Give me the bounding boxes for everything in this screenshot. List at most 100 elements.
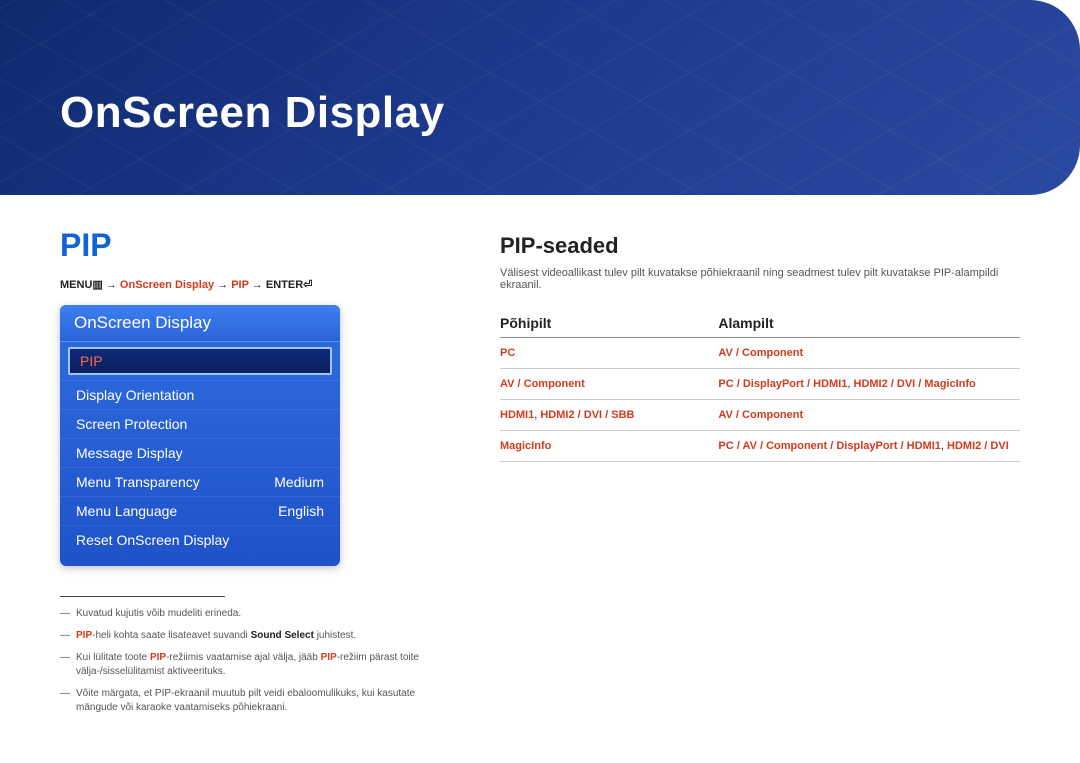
osd-menu-panel: OnScreen Display PIP Display Orientation S… — [60, 305, 340, 566]
table-col2-header: Alampilt — [718, 309, 1020, 338]
menu-item-label: Display Orientation — [76, 387, 194, 403]
left-column: PIP MENU▥ → OnScreen Display → PIP → ENT… — [60, 227, 450, 723]
separator: / — [898, 440, 907, 452]
separator: / — [804, 378, 813, 390]
source-token: PC — [718, 440, 733, 452]
breadcrumb: MENU▥ → OnScreen Display → PIP → ENTER⏎ — [60, 278, 450, 291]
source-token: PC — [500, 347, 515, 359]
note-2-t2: juhistest. — [314, 630, 356, 641]
note-4: ―Võite märgata, et PIP-ekraanil muutub p… — [60, 687, 450, 715]
separator: / — [888, 378, 897, 390]
separator: / — [733, 409, 742, 421]
note-2-text: PIP-heli kohta saate lisateavet suvandi … — [76, 629, 356, 643]
table-cell: AV / Component — [718, 400, 1020, 431]
note-3-t1: Kui lülitate toote — [76, 652, 150, 663]
menu-item-reset-onscreen-display[interactable]: Reset OnScreen Display — [60, 525, 340, 554]
source-token: AV — [500, 378, 514, 390]
footnotes: ―Kuvatud kujutis võib mudeliti erineda. … — [60, 607, 450, 715]
separator: / — [514, 378, 523, 390]
note-3-hl2: PIP — [321, 652, 337, 663]
right-description: Välisest videoallikast tulev pilt kuvata… — [500, 267, 1020, 291]
table-row: AV / ComponentPC / DisplayPort / HDMI1, … — [500, 369, 1020, 400]
source-token: HDMI1 — [907, 440, 941, 452]
note-4-text: Võite märgata, et PIP-ekraanil muutub pi… — [76, 687, 450, 715]
separator: / — [733, 347, 742, 359]
separator: / — [734, 378, 743, 390]
enter-icon: ⏎ — [303, 279, 312, 291]
source-token: DisplayPort — [743, 378, 804, 390]
bc-osd: OnScreen Display — [120, 279, 214, 291]
source-token: AV — [742, 440, 756, 452]
note-2-bold: Sound Select — [251, 630, 314, 641]
menu-item-label: Screen Protection — [76, 416, 187, 432]
bc-menu: MENU — [60, 279, 92, 291]
menu-grid-icon: ▥ — [92, 279, 102, 291]
menu-header: OnScreen Display — [60, 305, 340, 342]
source-token: DVI — [990, 440, 1008, 452]
table-cell: PC — [500, 338, 718, 369]
menu-item-menu-transparency[interactable]: Menu Transparency Medium — [60, 467, 340, 496]
menu-item-display-orientation[interactable]: Display Orientation — [60, 380, 340, 409]
source-token: PC — [718, 378, 733, 390]
menu-items-container: PIP Display Orientation Screen Protection M… — [60, 347, 340, 554]
source-token: HDMI2 — [850, 378, 887, 390]
source-token: MagicInfo — [500, 440, 551, 452]
source-token: Component — [742, 347, 803, 359]
separator: / — [602, 409, 611, 421]
menu-item-message-display[interactable]: Message Display — [60, 438, 340, 467]
right-heading: PIP-seaded — [500, 233, 1020, 259]
note-1-text: Kuvatud kujutis võib mudeliti erineda. — [76, 607, 241, 621]
source-token: Component — [766, 440, 827, 452]
pip-table: Põhipilt Alampilt PCAV / ComponentAV / C… — [500, 309, 1020, 462]
page-banner: OnScreen Display — [0, 0, 1080, 195]
note-2-t1: -heli kohta saate lisateavet suvandi — [92, 630, 250, 641]
separator: / — [575, 409, 584, 421]
note-divider — [60, 596, 225, 597]
menu-spacer — [60, 554, 340, 566]
source-token: Component — [742, 409, 803, 421]
source-token: DisplayPort — [836, 440, 897, 452]
source-token: HDMI2 — [944, 440, 981, 452]
section-heading: PIP — [60, 227, 450, 264]
note-3-hl1: PIP — [150, 652, 166, 663]
table-cell: PC / AV / Component / DisplayPort / HDMI… — [718, 431, 1020, 462]
menu-item-value: Medium — [274, 474, 324, 490]
source-token: DVI — [584, 409, 602, 421]
menu-item-label: PIP — [80, 353, 103, 369]
source-token: SBB — [611, 409, 634, 421]
banner-title: OnScreen Display — [60, 88, 445, 138]
source-token: AV — [718, 347, 732, 359]
table-cell: MagicInfo — [500, 431, 718, 462]
menu-item-label: Menu Transparency — [76, 474, 200, 490]
source-token: DVI — [897, 378, 915, 390]
source-token: HDMI2 — [537, 409, 574, 421]
bc-pip: PIP — [231, 279, 249, 291]
note-3: ―Kui lülitate toote PIP-režiimis vaatami… — [60, 651, 450, 679]
arrow-icon: → — [252, 279, 263, 291]
table-col1-header: Põhipilt — [500, 309, 718, 338]
menu-item-screen-protection[interactable]: Screen Protection — [60, 409, 340, 438]
table-body: PCAV / ComponentAV / ComponentPC / Displ… — [500, 338, 1020, 462]
menu-item-label: Reset OnScreen Display — [76, 532, 229, 548]
table-row: MagicInfo PC / AV / Component / DisplayPo… — [500, 431, 1020, 462]
menu-item-value: English — [278, 503, 324, 519]
arrow-icon: → — [106, 279, 117, 291]
source-token: MagicInfo — [924, 378, 975, 390]
separator: / — [827, 440, 836, 452]
content-area: PIP MENU▥ → OnScreen Display → PIP → ENT… — [0, 195, 1080, 723]
source-token: HDMI1 — [500, 409, 534, 421]
menu-item-label: Message Display — [76, 445, 183, 461]
source-token: AV — [718, 409, 732, 421]
note-3-text: Kui lülitate toote PIP-režiimis vaatamis… — [76, 651, 450, 679]
table-cell: AV / Component — [500, 369, 718, 400]
menu-item-menu-language[interactable]: Menu LanguageEnglish — [60, 496, 340, 525]
table-cell: AV / Component — [718, 338, 1020, 369]
arrow-icon: → — [217, 279, 228, 291]
note-3-t2: -režiimis vaatamise ajal välja, jääb — [166, 652, 321, 663]
menu-item-pip[interactable]: PIP — [68, 347, 332, 375]
note-2-hl1: PIP — [76, 630, 92, 641]
note-1: ―Kuvatud kujutis võib mudeliti erineda. — [60, 607, 450, 621]
table-row: PC AV / Component — [500, 338, 1020, 369]
right-column: PIP-seaded Välisest videoallikast tulev … — [500, 227, 1020, 723]
table-cell: PC / DisplayPort / HDMI1, HDMI2 / DVI / … — [718, 369, 1020, 400]
